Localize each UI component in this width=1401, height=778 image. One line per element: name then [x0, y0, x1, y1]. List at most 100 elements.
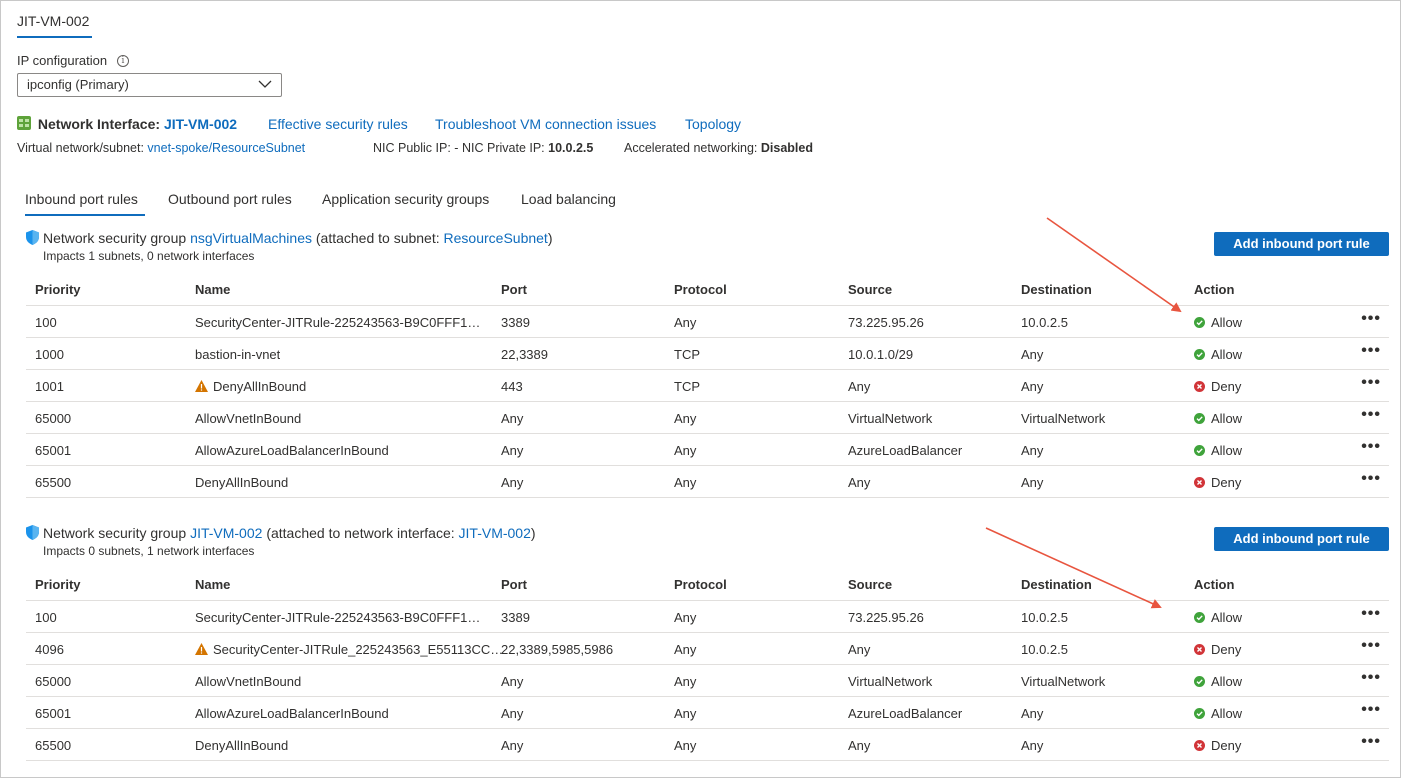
table-row[interactable]: 1001 DenyAllInBound 443 TCP Any Any Deny ••• — [26, 370, 1389, 402]
more-options-button[interactable]: ••• — [1361, 342, 1381, 360]
add-inbound-port-rule-button[interactable]: Add inbound port rule — [1214, 527, 1389, 551]
troubleshoot-vm-link[interactable]: Troubleshoot VM connection issues — [435, 116, 656, 132]
table-row[interactable]: 65001 AllowAzureLoadBalancerInBound Any Any… — [26, 434, 1389, 466]
column-header-action[interactable]: Action — [1194, 577, 1234, 592]
rule-name[interactable]: bastion-in-vnet — [195, 347, 280, 362]
cell-destination: Any — [1021, 379, 1044, 394]
tab-inbound-port-rules[interactable]: Inbound port rules — [25, 191, 138, 207]
deny-x-icon — [1194, 740, 1205, 751]
rule-name[interactable]: DenyAllInBound — [195, 738, 288, 753]
more-options-button[interactable]: ••• — [1361, 669, 1381, 687]
vnet-subnet-link[interactable]: vnet-spoke/ResourceSubnet — [147, 141, 305, 155]
tab-application-security-groups[interactable]: Application security groups — [322, 191, 489, 207]
public-ip-value: - — [454, 141, 459, 155]
more-options-button[interactable]: ••• — [1361, 605, 1381, 623]
nsg-attached-prefix: (attached to network interface: — [266, 525, 455, 541]
action-label: Allow — [1211, 674, 1243, 689]
cell-protocol: TCP — [674, 347, 700, 362]
cell-priority: 1001 — [35, 379, 64, 394]
table-row[interactable]: 1000 bastion-in-vnet 22,3389 TCP 10.0.1.0/29… — [26, 338, 1389, 370]
cell-destination: 10.0.2.5 — [1021, 315, 1068, 330]
allow-check-icon — [1194, 317, 1205, 328]
column-header-destination[interactable]: Destination — [1021, 282, 1092, 297]
tab-vm-name[interactable]: JIT-VM-002 — [17, 13, 89, 29]
tab-outbound-port-rules[interactable]: Outbound port rules — [168, 191, 292, 207]
cell-protocol: Any — [674, 411, 697, 426]
cell-source: Any — [848, 738, 871, 753]
ip-configuration-dropdown[interactable]: ipconfig (Primary) — [17, 73, 282, 97]
add-inbound-port-rule-button[interactable]: Add inbound port rule — [1214, 232, 1389, 256]
column-header-port[interactable]: Port — [501, 282, 527, 297]
column-header-destination[interactable]: Destination — [1021, 577, 1092, 592]
more-options-button[interactable]: ••• — [1361, 310, 1381, 328]
rule-name[interactable]: DenyAllInBound — [213, 379, 306, 394]
cell-port: Any — [501, 706, 524, 721]
table-row[interactable]: 65000 AllowVnetInBound Any Any VirtualNetwor… — [26, 402, 1389, 434]
allow-check-icon — [1194, 676, 1205, 687]
table-row[interactable]: 4096 SecurityCenter-JITRule_225243563_E55… — [26, 633, 1389, 665]
column-header-source[interactable]: Source — [848, 577, 892, 592]
table-row[interactable]: 65001 AllowAzureLoadBalancerInBound Any Any… — [26, 697, 1389, 729]
more-options-button[interactable]: ••• — [1361, 701, 1381, 719]
rule-name[interactable]: DenyAllInBound — [195, 475, 288, 490]
action-label: Allow — [1211, 706, 1243, 721]
cell-protocol: Any — [674, 706, 697, 721]
column-header-protocol[interactable]: Protocol — [674, 282, 727, 297]
ip-configuration-label: IP configuration — [17, 53, 108, 68]
column-header-priority[interactable]: Priority — [35, 577, 81, 592]
more-options-button[interactable]: ••• — [1361, 470, 1381, 488]
action-label: Deny — [1211, 475, 1242, 490]
column-header-name[interactable]: Name — [195, 282, 230, 297]
more-options-button[interactable]: ••• — [1361, 374, 1381, 392]
more-options-button[interactable]: ••• — [1361, 406, 1381, 424]
cell-action: Deny — [1194, 642, 1241, 657]
cell-protocol: Any — [674, 610, 697, 625]
action-label: Allow — [1211, 443, 1243, 458]
topology-link[interactable]: Topology — [685, 116, 741, 132]
nsg-attached-suffix: ) — [530, 525, 536, 541]
effective-security-rules-link[interactable]: Effective security rules — [268, 116, 408, 132]
rule-name[interactable]: AllowAzureLoadBalancerInBound — [195, 443, 389, 458]
column-header-action[interactable]: Action — [1194, 282, 1234, 297]
rule-name[interactable]: SecurityCenter-JITRule-225243563-B9C0FFF… — [195, 610, 487, 625]
table-row[interactable]: 100 SecurityCenter-JITRule-225243563-B9C0… — [26, 601, 1389, 633]
nsg-impacts: Impacts 1 subnets, 0 network interfaces — [43, 249, 255, 263]
deny-x-icon — [1194, 381, 1205, 392]
table-row[interactable]: 65500 DenyAllInBound Any Any Any Any Deny ••• — [26, 729, 1389, 761]
cell-source: 10.0.1.0/29 — [848, 347, 914, 362]
more-options-button[interactable]: ••• — [1361, 733, 1381, 751]
info-icon[interactable]: i — [117, 55, 129, 67]
column-header-priority[interactable]: Priority — [35, 282, 81, 297]
cell-source: AzureLoadBalancer — [848, 443, 963, 458]
more-options-button[interactable]: ••• — [1361, 438, 1381, 456]
rule-name[interactable]: AllowVnetInBound — [195, 674, 301, 689]
rule-name[interactable]: SecurityCenter-JITRule-225243563-B9C0FFF… — [195, 315, 487, 330]
nsg-name-link[interactable]: nsgVirtualMachines — [190, 230, 312, 246]
cell-action: Deny — [1194, 379, 1241, 394]
column-header-source[interactable]: Source — [848, 282, 892, 297]
more-options-button[interactable]: ••• — [1361, 637, 1381, 655]
table-row[interactable]: 100 SecurityCenter-JITRule-225243563-B9C0… — [26, 306, 1389, 338]
table-row[interactable]: 65500 DenyAllInBound Any Any Any Any Deny ••• — [26, 466, 1389, 498]
vnet-subnet-info: Virtual network/subnet: vnet-spoke/Resou… — [17, 141, 305, 155]
action-label: Deny — [1211, 642, 1242, 657]
column-header-protocol[interactable]: Protocol — [674, 577, 727, 592]
table-header: Priority Name Port Protocol Source Desti… — [26, 274, 1389, 306]
cell-action: Allow — [1194, 610, 1242, 625]
cell-priority: 1000 — [35, 347, 64, 362]
network-interface-link[interactable]: JIT-VM-002 — [164, 116, 237, 132]
cell-source: AzureLoadBalancer — [848, 706, 963, 721]
inbound-rules-table: Priority Name Port Protocol Source Desti… — [26, 569, 1389, 761]
column-header-port[interactable]: Port — [501, 577, 527, 592]
cell-action: Allow — [1194, 315, 1242, 330]
nsg-attached-link[interactable]: ResourceSubnet — [444, 230, 548, 246]
rule-name[interactable]: AllowAzureLoadBalancerInBound — [195, 706, 389, 721]
column-header-name[interactable]: Name — [195, 577, 230, 592]
nsg-name-link[interactable]: JIT-VM-002 — [190, 525, 262, 541]
cell-action: Deny — [1194, 475, 1241, 490]
tab-load-balancing[interactable]: Load balancing — [521, 191, 616, 207]
rule-name[interactable]: SecurityCenter-JITRule_225243563_E55113C… — [213, 642, 505, 657]
nsg-attached-link[interactable]: JIT-VM-002 — [459, 525, 531, 541]
table-row[interactable]: 65000 AllowVnetInBound Any Any VirtualNetwor… — [26, 665, 1389, 697]
rule-name[interactable]: AllowVnetInBound — [195, 411, 301, 426]
